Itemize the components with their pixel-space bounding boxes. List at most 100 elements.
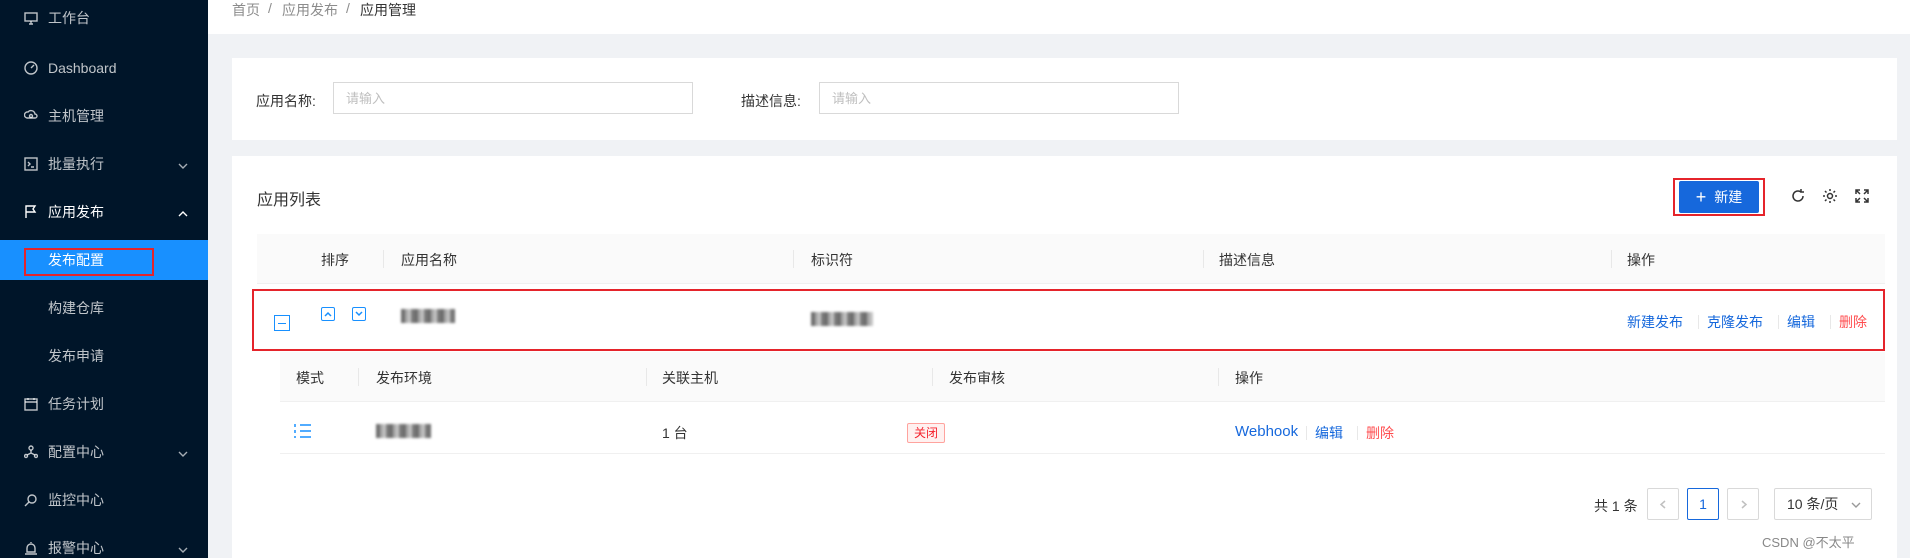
sidebar-item-label: 主机管理 xyxy=(48,108,104,124)
page-1-button[interactable]: 1 xyxy=(1687,488,1719,520)
nested-table-header: 模式 发布环境 关联主机 发布审核 操作 xyxy=(280,352,1885,402)
sidebar-item-release-request[interactable]: 发布申请 xyxy=(0,336,208,376)
review-status-badge: 关闭 xyxy=(907,423,946,443)
sidebar: 工作台 Dashboard 主机管理 批量执行 应用发布 发布配置 构建仓库 发… xyxy=(0,0,208,558)
breadcrumb-separator: / xyxy=(346,0,350,16)
sidebar-item-label: 批量执行 xyxy=(48,156,104,172)
environment-blurred xyxy=(376,424,431,438)
table-header: 排序 应用名称 标识符 描述信息 操作 xyxy=(257,234,1885,284)
description-label: 描述信息: xyxy=(741,93,801,109)
sidebar-item-label: 工作台 xyxy=(48,10,90,26)
card-title: 应用列表 xyxy=(257,192,322,209)
action-divider xyxy=(1357,426,1358,440)
column-header-description: 描述信息 xyxy=(1219,252,1275,268)
fullscreen-icon[interactable] xyxy=(1853,187,1871,205)
flag-icon xyxy=(24,205,38,219)
collapse-row-button[interactable] xyxy=(274,315,290,331)
chevron-up-icon xyxy=(178,206,188,217)
cloud-server-icon xyxy=(24,109,38,123)
pagination-total: 共 1 条 xyxy=(1594,498,1638,514)
terminal-icon xyxy=(24,157,38,171)
settings-icon[interactable] xyxy=(1821,187,1839,205)
chevron-down-icon xyxy=(178,158,188,169)
chevron-down-icon xyxy=(178,542,188,553)
sidebar-item-label: 发布申请 xyxy=(48,348,104,364)
sidebar-item-label: 监控中心 xyxy=(48,492,104,508)
sidebar-item-config-center[interactable]: 配置中心 xyxy=(0,432,208,472)
breadcrumb-current: 应用管理 xyxy=(360,2,416,18)
new-release-link[interactable]: 新建发布 xyxy=(1627,312,1683,332)
column-header-app-name: 应用名称 xyxy=(401,252,457,268)
sidebar-item-label: Dashboard xyxy=(48,60,117,76)
action-divider xyxy=(1778,315,1779,329)
breadcrumb-home[interactable]: 首页 xyxy=(232,0,260,20)
plus-icon: + xyxy=(1695,187,1707,207)
action-divider xyxy=(1306,426,1307,440)
column-header-environment: 发布环境 xyxy=(376,370,432,386)
next-page-button[interactable] xyxy=(1727,488,1759,520)
sidebar-item-label: 任务计划 xyxy=(48,396,104,412)
prev-page-button[interactable] xyxy=(1647,488,1679,520)
clone-release-link[interactable]: 克隆发布 xyxy=(1707,312,1763,332)
sidebar-item-schedule[interactable]: 任务计划 xyxy=(0,384,208,424)
watermark: CSDN @不太平 xyxy=(1762,535,1855,550)
column-divider xyxy=(358,368,359,386)
sidebar-item-batch-exec[interactable]: 批量执行 xyxy=(0,144,208,184)
sidebar-item-release-config[interactable]: 发布配置 xyxy=(0,240,208,280)
column-divider xyxy=(1218,368,1219,386)
page-size-value: 10 条/页 xyxy=(1787,496,1839,512)
column-divider xyxy=(646,368,647,386)
sidebar-item-label: 构建仓库 xyxy=(48,300,104,316)
new-button-label: 新建 xyxy=(1714,189,1743,205)
alert-icon xyxy=(24,541,38,555)
sidebar-item-alert[interactable]: 报警中心 xyxy=(0,528,208,558)
chevron-down-icon xyxy=(178,446,188,457)
edit-env-link[interactable]: 编辑 xyxy=(1315,423,1343,443)
nested-table-row: 1 台 关闭 Webhook 编辑 删除 xyxy=(280,408,1885,454)
sidebar-item-dashboard[interactable]: Dashboard xyxy=(0,48,208,88)
app-name-blurred xyxy=(401,309,455,323)
sidebar-item-label: 配置中心 xyxy=(48,444,104,460)
breadcrumb: 首页 / 应用发布 / 应用管理 xyxy=(208,0,1910,34)
description-input[interactable] xyxy=(819,82,1179,114)
column-divider xyxy=(932,368,933,386)
column-divider xyxy=(1203,250,1204,268)
deployment-icon xyxy=(24,445,38,459)
delete-env-link[interactable]: 删除 xyxy=(1366,423,1394,443)
column-divider xyxy=(1611,250,1612,268)
move-up-button[interactable] xyxy=(321,307,335,321)
reload-icon[interactable] xyxy=(1789,187,1807,205)
column-header-review: 发布审核 xyxy=(949,370,1005,386)
schedule-icon xyxy=(24,397,38,411)
column-header-mode: 模式 xyxy=(296,370,324,386)
delete-link[interactable]: 删除 xyxy=(1839,312,1867,332)
chevron-left-icon xyxy=(1659,499,1665,509)
sidebar-item-workbench[interactable]: 工作台 xyxy=(0,0,208,36)
new-app-button[interactable]: + 新建 xyxy=(1679,181,1759,213)
search-card: 应用名称: 描述信息: xyxy=(232,58,1897,140)
action-divider xyxy=(1698,315,1699,329)
sidebar-item-monitor[interactable]: 监控中心 xyxy=(0,480,208,520)
dashboard-icon xyxy=(24,61,38,75)
sidebar-item-label: 应用发布 xyxy=(48,204,104,220)
column-divider xyxy=(793,250,794,268)
sidebar-item-hosts[interactable]: 主机管理 xyxy=(0,96,208,136)
page-size-select[interactable]: 10 条/页 xyxy=(1774,488,1872,520)
app-name-input[interactable] xyxy=(333,82,693,114)
move-down-button[interactable] xyxy=(352,307,366,321)
column-header-hosts: 关联主机 xyxy=(662,370,718,386)
identifier-blurred xyxy=(811,312,873,326)
sidebar-item-app-release[interactable]: 应用发布 xyxy=(0,192,208,232)
sidebar-item-label: 报警中心 xyxy=(48,540,104,556)
monitor-icon xyxy=(24,493,38,507)
breadcrumb-section[interactable]: 应用发布 xyxy=(282,0,338,20)
edit-link[interactable]: 编辑 xyxy=(1787,312,1815,332)
sidebar-item-build-repo[interactable]: 构建仓库 xyxy=(0,288,208,328)
breadcrumb-separator: / xyxy=(268,0,272,16)
app-name-label: 应用名称: xyxy=(256,93,316,109)
column-header-identifier: 标识符 xyxy=(811,252,853,268)
webhook-link[interactable]: Webhook xyxy=(1235,423,1298,440)
chevron-down-icon xyxy=(1851,502,1861,508)
action-divider xyxy=(1830,315,1831,329)
column-header-sort: 排序 xyxy=(321,252,349,268)
